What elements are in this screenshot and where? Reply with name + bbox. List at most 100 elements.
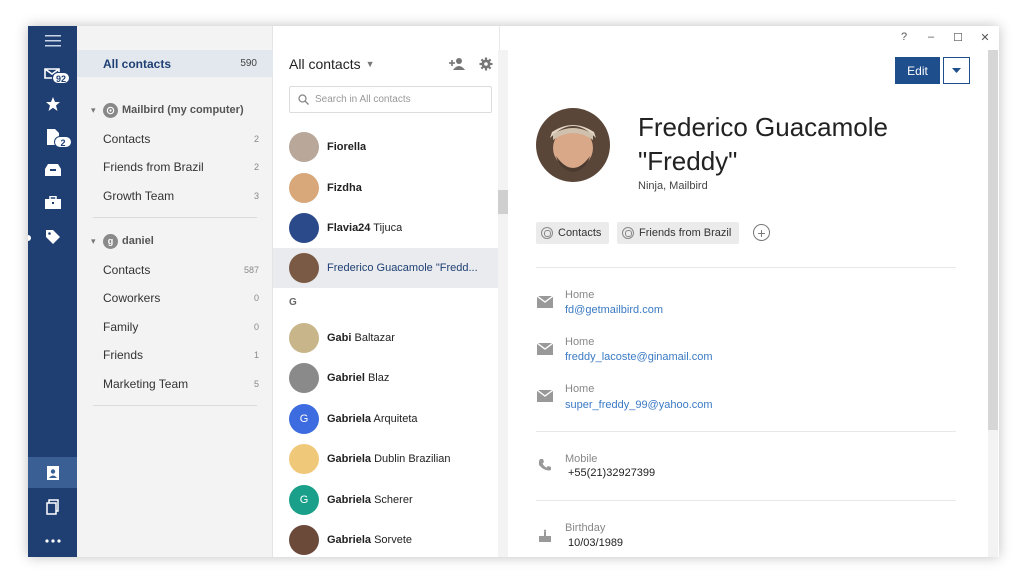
group-count: 1 bbox=[253, 350, 259, 360]
close-button[interactable]: ✕ bbox=[977, 31, 993, 44]
notes-button[interactable]: 2 bbox=[28, 122, 77, 152]
search-input[interactable] bbox=[315, 94, 485, 105]
cake-icon bbox=[536, 527, 554, 545]
contact-detail-pane: ? – ☐ ✕ Edit Frederico Guacamole "Freddy… bbox=[508, 26, 999, 557]
group-label: Contacts bbox=[103, 263, 151, 277]
account-name: Mailbird (my computer) bbox=[122, 104, 244, 116]
contact-photo bbox=[536, 108, 610, 182]
avatar bbox=[289, 253, 319, 283]
contact-name: Fiorella bbox=[327, 141, 367, 153]
mailbird-logo-icon bbox=[103, 102, 118, 118]
divider bbox=[536, 500, 956, 501]
group-item[interactable]: Family 0 bbox=[103, 318, 259, 336]
account-header-mailbird[interactable]: ▾ Mailbird (my computer) bbox=[91, 101, 244, 119]
contact-name: Gabriel Blaz bbox=[327, 372, 390, 384]
phone-value[interactable]: +55(21)32927399 bbox=[568, 467, 655, 479]
group-tag[interactable]: Contacts bbox=[536, 222, 610, 244]
divider bbox=[93, 405, 257, 406]
tag-icon bbox=[45, 230, 60, 244]
all-contacts-label: All contacts bbox=[103, 56, 172, 71]
chevron-down-icon: ▾ bbox=[91, 235, 96, 246]
minimize-button[interactable]: – bbox=[923, 31, 939, 43]
group-item[interactable]: Contacts 2 bbox=[103, 130, 259, 148]
envelope-icon bbox=[536, 340, 554, 358]
all-contacts-count: 590 bbox=[240, 58, 257, 69]
group-tag[interactable]: Friends from Brazil bbox=[617, 222, 740, 244]
phone-icon bbox=[536, 456, 554, 474]
contact-subtitle: Ninja, Mailbird bbox=[638, 180, 708, 192]
contact-row[interactable]: Gabriel Blaz bbox=[273, 358, 499, 398]
contacts-button[interactable] bbox=[28, 457, 77, 488]
mailbird-logo-icon bbox=[622, 227, 634, 239]
contact-full-name: Frederico Guacamole "Freddy" bbox=[638, 112, 888, 176]
contact-row[interactable]: G Gabriela Arquiteta bbox=[273, 399, 499, 439]
contact-row-selected[interactable]: Frederico Guacamole "Fredd... bbox=[273, 248, 499, 288]
group-count: 0 bbox=[253, 322, 259, 332]
email-link[interactable]: fd@getmailbird.com bbox=[565, 304, 663, 316]
group-item[interactable]: Friends from Brazil 2 bbox=[103, 158, 259, 176]
contact-row[interactable]: Fizdha bbox=[273, 168, 499, 208]
email-label: Home bbox=[565, 336, 595, 348]
group-item[interactable]: Friends 1 bbox=[103, 346, 259, 364]
section-letter: G bbox=[289, 297, 297, 308]
birthday-label: Birthday bbox=[565, 522, 606, 534]
all-contacts-item[interactable]: All contacts 590 bbox=[77, 50, 273, 77]
group-label: Friends bbox=[103, 348, 144, 362]
contacts-list-title[interactable]: All contacts ▼ bbox=[289, 56, 375, 72]
maximize-button[interactable]: ☐ bbox=[950, 31, 966, 44]
contact-card-icon bbox=[46, 465, 59, 480]
group-count: 5 bbox=[253, 379, 259, 389]
tags-button[interactable] bbox=[28, 222, 77, 252]
menu-button[interactable] bbox=[28, 26, 77, 56]
avatar bbox=[289, 132, 319, 162]
group-label: Friends from Brazil bbox=[103, 160, 204, 174]
divider bbox=[93, 217, 257, 218]
email-label: Home bbox=[565, 383, 595, 395]
edit-button[interactable]: Edit bbox=[895, 57, 940, 84]
contact-row[interactable]: Flavia24 Tijuca bbox=[273, 208, 499, 248]
group-item[interactable]: Coworkers 0 bbox=[103, 289, 259, 307]
group-item[interactable]: Contacts 587 bbox=[103, 261, 259, 279]
apps-button[interactable] bbox=[28, 188, 77, 218]
briefcase-icon bbox=[44, 196, 61, 209]
email-link[interactable]: freddy_lacoste@ginamail.com bbox=[565, 351, 713, 363]
tag-label: Friends from Brazil bbox=[639, 227, 732, 239]
caret-down-icon bbox=[952, 68, 961, 73]
add-tag-button[interactable]: + bbox=[753, 224, 770, 241]
contact-row[interactable]: Fiorella bbox=[273, 127, 499, 167]
group-count: 3 bbox=[253, 191, 259, 201]
settings-button[interactable] bbox=[476, 54, 496, 74]
avatar bbox=[289, 363, 319, 393]
edit-dropdown-button[interactable] bbox=[943, 57, 970, 84]
envelope-icon bbox=[536, 293, 554, 311]
archive-button[interactable] bbox=[28, 155, 77, 185]
contact-row[interactable]: Gabriela Sorvete bbox=[273, 520, 499, 557]
contact-row[interactable]: Gabi Baltazar bbox=[273, 318, 499, 358]
group-item[interactable]: Growth Team 3 bbox=[103, 187, 259, 205]
chevron-down-icon: ▾ bbox=[91, 104, 96, 115]
avatar bbox=[289, 323, 319, 353]
account-header-daniel[interactable]: ▾ g daniel bbox=[91, 232, 154, 250]
contact-name: Gabriela Dublin Brazilian bbox=[327, 453, 451, 465]
add-contact-button[interactable] bbox=[447, 54, 467, 74]
group-count: 2 bbox=[253, 134, 259, 144]
detail-scrollbar-thumb[interactable] bbox=[988, 50, 998, 430]
group-label: Family bbox=[103, 320, 139, 334]
contact-name: Gabriela Sorvete bbox=[327, 534, 413, 546]
more-dots-icon bbox=[44, 539, 61, 543]
starred-button[interactable] bbox=[28, 89, 77, 119]
search-box[interactable] bbox=[289, 86, 492, 113]
avatar bbox=[289, 213, 319, 243]
email-link[interactable]: super_freddy_99@yahoo.com bbox=[565, 399, 713, 411]
list-scrollbar[interactable] bbox=[498, 50, 508, 557]
group-label: Coworkers bbox=[103, 291, 161, 305]
contact-row[interactable]: G Gabriela Scherer bbox=[273, 480, 499, 520]
copy-button[interactable] bbox=[28, 492, 77, 522]
contact-row[interactable]: Gabriela Dublin Brazilian bbox=[273, 439, 499, 479]
list-scrollbar-thumb[interactable] bbox=[498, 190, 508, 214]
mail-button[interactable]: 92 bbox=[28, 58, 77, 88]
help-button[interactable]: ? bbox=[896, 31, 912, 43]
copy-icon bbox=[45, 499, 59, 515]
group-item[interactable]: Marketing Team 5 bbox=[103, 375, 259, 393]
more-button[interactable] bbox=[28, 526, 77, 556]
